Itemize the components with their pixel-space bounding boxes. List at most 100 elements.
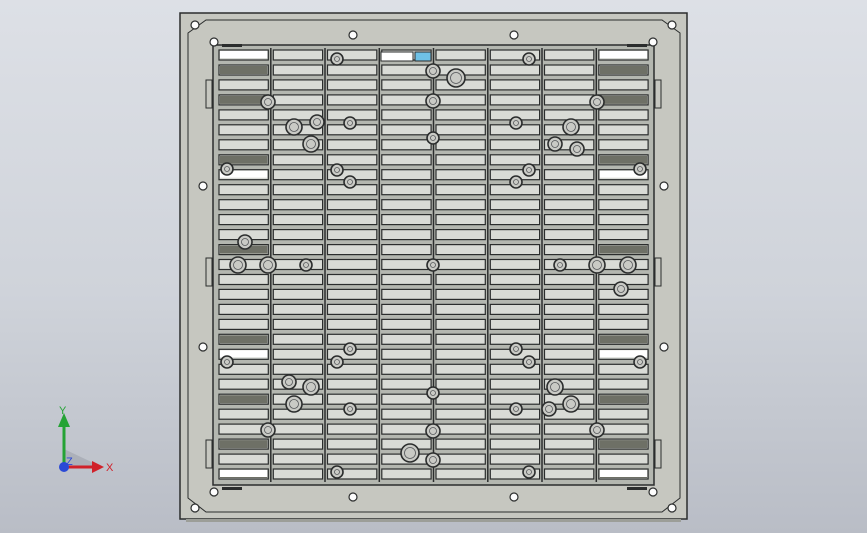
- grille-slat: [435, 94, 486, 106]
- x-axis-label: X: [106, 462, 114, 474]
- grille-slat: [598, 199, 649, 211]
- grille-slat: [272, 79, 324, 91]
- screw-boss: [509, 116, 523, 130]
- grille-slat: [381, 214, 432, 226]
- screw-boss: [281, 374, 297, 390]
- grille-slat: [381, 273, 432, 286]
- grille-slat: [218, 378, 269, 390]
- grille-slat: [598, 378, 649, 390]
- grille-slat: [381, 184, 432, 196]
- grille-slat: [218, 139, 269, 151]
- grille-slat: [543, 468, 595, 480]
- grille-slat: [543, 154, 595, 166]
- grille-slat: [326, 214, 378, 226]
- screw-boss: [302, 378, 320, 396]
- screw-boss: [613, 281, 629, 297]
- screw-boss: [330, 163, 344, 177]
- grille-slat: [598, 214, 649, 226]
- dark-slot: [220, 66, 268, 74]
- grille-slat: [272, 363, 324, 375]
- grille-slat: [326, 258, 378, 271]
- screw-boss: [562, 395, 580, 413]
- corner-latch: [627, 487, 647, 490]
- grille-slat: [543, 453, 595, 465]
- screw-boss: [522, 163, 536, 177]
- grille-slat: [381, 333, 432, 345]
- screw-boss: [426, 258, 440, 272]
- grille-slat: [381, 348, 432, 360]
- grille-slat: [489, 79, 541, 91]
- grille-slat: [543, 348, 595, 360]
- grille-slat: [381, 109, 432, 121]
- grille-slat: [272, 229, 324, 241]
- screw-boss: [220, 162, 234, 176]
- grille-slat: [489, 199, 541, 211]
- grille-slat: [272, 438, 324, 450]
- grille-slat: [598, 109, 649, 121]
- corner-latch: [627, 44, 647, 47]
- grille-slat: [218, 273, 269, 286]
- coordinate-triad: Y X Z: [58, 405, 114, 474]
- screw-boss: [522, 465, 536, 479]
- grille-slat: [489, 258, 541, 271]
- grille-slat: [218, 124, 269, 136]
- grille-slat: [435, 184, 486, 196]
- grille-slat: [272, 333, 324, 345]
- grille-slat: [381, 124, 432, 136]
- grille-slat: [543, 64, 595, 76]
- screw-boss: [343, 116, 357, 130]
- grille-slat: [435, 453, 486, 465]
- mounting-hole: [348, 492, 358, 502]
- dark-slot: [599, 95, 648, 104]
- grille-slat: [435, 468, 486, 480]
- grille-slat: [435, 408, 486, 420]
- grille-slat: [489, 288, 541, 300]
- badge-plate: [380, 51, 414, 62]
- grille-slat: [272, 258, 324, 271]
- grille-slat: [435, 333, 486, 345]
- grille-slat: [272, 214, 324, 226]
- grille-slat: [598, 303, 649, 315]
- screw-boss: [343, 402, 357, 416]
- grille-slat: [543, 244, 595, 256]
- frame-bottom-lip: [186, 519, 681, 522]
- grille-slat: [272, 468, 324, 480]
- grille-slat: [272, 49, 324, 61]
- screw-boss: [589, 94, 605, 110]
- grille-slat: [543, 214, 595, 226]
- grille-slat: [326, 453, 378, 465]
- grille-slat: [218, 453, 269, 465]
- mounting-hole: [648, 487, 658, 497]
- grille-slat: [435, 288, 486, 300]
- grille-slat: [326, 288, 378, 300]
- mounting-hole: [198, 342, 208, 352]
- vent-panel-model[interactable]: [0, 0, 867, 533]
- grille-slat: [326, 303, 378, 315]
- screw-boss: [426, 386, 440, 400]
- grille-slat: [381, 288, 432, 300]
- grille-slat: [435, 154, 486, 166]
- screw-boss: [541, 401, 557, 417]
- grille-slat: [381, 64, 432, 76]
- grille-slat: [598, 184, 649, 196]
- mounting-hole: [659, 342, 669, 352]
- grille-slat: [435, 109, 486, 121]
- grille-slat: [489, 64, 541, 76]
- screw-boss: [619, 256, 637, 274]
- grille-slat: [272, 288, 324, 300]
- grille-slat: [272, 64, 324, 76]
- grille-slat: [489, 214, 541, 226]
- dark-slot: [599, 245, 648, 254]
- grille-slat: [326, 378, 378, 390]
- screw-boss: [446, 68, 466, 88]
- screw-boss: [400, 443, 420, 463]
- screw-boss: [260, 422, 276, 438]
- screw-boss: [285, 118, 303, 136]
- screw-boss: [562, 118, 580, 136]
- mounting-hole: [348, 30, 358, 40]
- badge-blue-tab: [414, 51, 432, 62]
- screw-boss: [343, 175, 357, 189]
- grille-slat: [272, 303, 324, 315]
- graphics-area[interactable]: Y X Z: [0, 0, 867, 533]
- grille-slat: [489, 378, 541, 390]
